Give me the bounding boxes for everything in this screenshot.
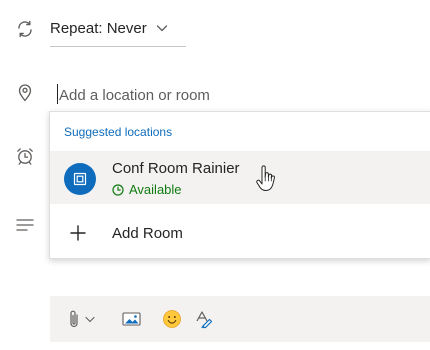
- format-painter-button[interactable]: [194, 308, 214, 330]
- repeat-icon: [14, 18, 36, 40]
- room-icon: [64, 163, 96, 195]
- add-room-label: Add Room: [112, 225, 183, 242]
- add-room-button[interactable]: Add Room: [50, 214, 430, 252]
- compose-toolbar: [50, 296, 430, 342]
- emoji-button[interactable]: [162, 308, 182, 330]
- notes-lines-icon: [14, 214, 36, 236]
- insert-picture-button[interactable]: [122, 308, 142, 330]
- room-name: Conf Room Rainier: [112, 160, 240, 177]
- suggestion-item-conf-room-rainier[interactable]: Conf Room Rainier Available: [50, 151, 430, 204]
- room-status-label: Available: [129, 182, 182, 197]
- alarm-clock-icon: [14, 145, 36, 167]
- text-caret: [57, 84, 58, 104]
- location-input[interactable]: [57, 82, 430, 108]
- location-pin-icon: [14, 81, 36, 103]
- plus-icon: [70, 225, 86, 241]
- suggestions-header: Suggested locations: [64, 125, 173, 139]
- room-status: Available: [112, 182, 182, 197]
- repeat-underline: [50, 46, 186, 47]
- paperclip-icon: [70, 310, 78, 328]
- chevron-down-icon: [85, 316, 95, 323]
- attach-button[interactable]: [68, 308, 96, 330]
- repeat-label: Repeat: Never: [50, 19, 147, 37]
- repeat-dropdown[interactable]: Repeat: Never: [50, 12, 169, 44]
- emoji-icon: [163, 310, 181, 328]
- clock-available-icon: [112, 183, 124, 196]
- format-painter-icon: [196, 311, 213, 329]
- location-suggestions-panel: Suggested locations Conf Room Rainier Av…: [49, 111, 430, 259]
- image-icon: [122, 312, 141, 326]
- hand-pointer-icon: [256, 165, 275, 191]
- chevron-down-icon: [156, 25, 167, 32]
